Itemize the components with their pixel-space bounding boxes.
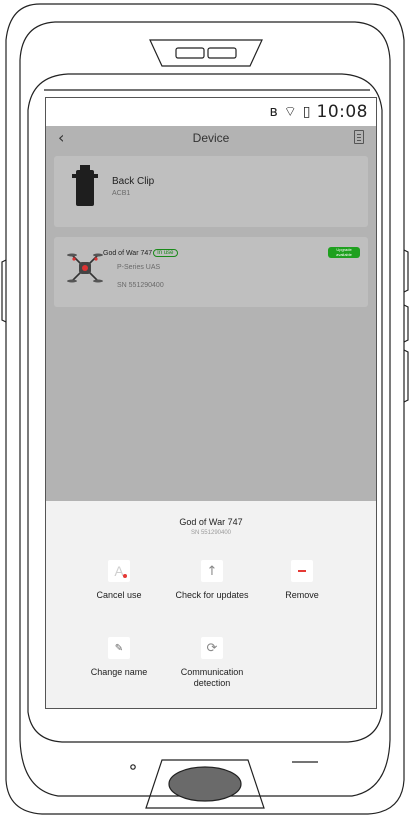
- bluetooth-icon: ʙ: [269, 104, 278, 120]
- nav-bar: ‹ Device: [46, 126, 376, 150]
- device-action-sheet: God of War 747 SN 551290400 A Cancel use…: [46, 501, 376, 708]
- arrow-up-icon[interactable]: ↑: [201, 560, 223, 582]
- chevron-left-icon[interactable]: ‹: [58, 128, 64, 147]
- in-use-badge: In use: [153, 249, 178, 257]
- wifi-icon: ⌔: [283, 104, 297, 120]
- remove-button[interactable]: Remove: [252, 560, 352, 601]
- back-clip-icon: [72, 165, 98, 206]
- battery-icon: ▯: [302, 104, 311, 120]
- change-name-button[interactable]: ✎ Change name: [69, 637, 169, 678]
- upgrade-badge[interactable]: Upgrade available: [328, 247, 360, 258]
- status-time: 10:08: [316, 102, 368, 122]
- document-icon[interactable]: [354, 130, 364, 144]
- device-name: Back Clip: [112, 176, 155, 187]
- cancel-use-button[interactable]: A Cancel use: [69, 560, 169, 601]
- device-name: God of War 747: [103, 249, 153, 257]
- cancel-use-icon[interactable]: A: [108, 560, 130, 582]
- device-model: ACB1: [112, 190, 131, 197]
- minus-icon[interactable]: [291, 560, 313, 582]
- device-card-back-clip[interactable]: Back Clip ACB1: [54, 156, 368, 227]
- action-label: Check for updates: [175, 590, 249, 600]
- action-label: Cancel use: [96, 590, 142, 600]
- action-label: Communication detection: [180, 667, 244, 688]
- page-title: Device: [192, 131, 230, 145]
- status-bar: ʙ ⌔ ▯ 10:08: [46, 98, 376, 126]
- sync-icon[interactable]: ⟳: [201, 637, 223, 659]
- drone-icon: [67, 253, 103, 283]
- pencil-icon[interactable]: ✎: [108, 637, 130, 659]
- device-card-drone[interactable]: God of War 747 In use P-Series UAS SN 551…: [54, 237, 368, 307]
- check-updates-button[interactable]: ↑ Check for updates: [162, 560, 262, 601]
- sheet-title: God of War 747: [179, 517, 243, 527]
- action-label: Remove: [285, 590, 319, 600]
- device-name-line: God of War 747 In use: [103, 249, 178, 257]
- device-series: P-Series UAS: [117, 264, 161, 271]
- device-screen: ʙ ⌔ ▯ 10:08 ‹ Device Back Clip ACB1 God …: [45, 97, 377, 709]
- device-sn: SN 551290400: [117, 282, 164, 289]
- action-label: Change name: [90, 667, 148, 677]
- sheet-sn: SN 551290400: [190, 530, 232, 536]
- communication-detection-button[interactable]: ⟳ Communication detection: [162, 637, 262, 689]
